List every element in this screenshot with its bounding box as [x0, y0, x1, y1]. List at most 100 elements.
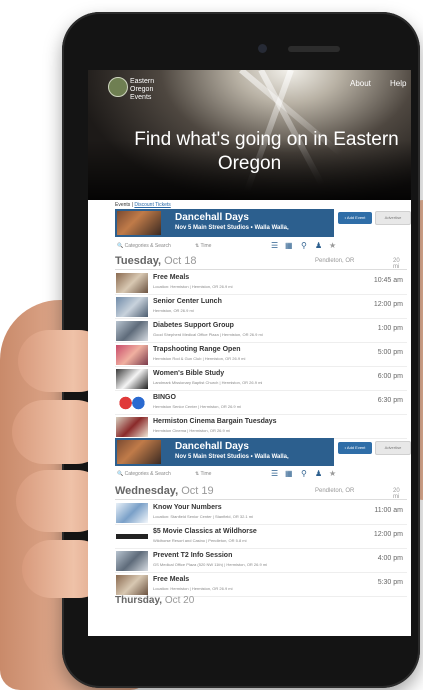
list-view-icon[interactable]: ☰	[271, 469, 278, 478]
calendar-view-icon[interactable]: ▦	[285, 469, 293, 478]
event-row[interactable]: Free Meals Location: Hermiston | Hermist…	[115, 574, 407, 597]
add-event-button[interactable]: • Add Event	[338, 212, 372, 224]
categories-search-link[interactable]: 🔍 Categories & Search	[117, 471, 171, 477]
banner-title: Dancehall Days	[175, 441, 249, 452]
event-title[interactable]: Free Meals	[153, 576, 189, 583]
location-select[interactable]: Pendleton, OR	[315, 488, 354, 494]
event-location: Location: Stanfield Senior Center | Stan…	[153, 514, 253, 519]
event-location: Hermiston Rod & Gun Club | Hermiston, OR…	[153, 356, 246, 361]
event-row[interactable]: Know Your Numbers Location: Stanfield Se…	[115, 502, 407, 525]
event-location: Hermiston Cinema | Hermiston, OR 26.9 mi	[153, 428, 231, 433]
day-header: Tuesday, Oct 18 Pendleton, OR 20 mi	[115, 253, 407, 270]
nav-help-link[interactable]: Help	[390, 79, 406, 88]
filter-toolbar: 🔍 Categories & Search ⇅ Time ☰ ▦ ⚲ ♟ ★	[117, 468, 407, 480]
logo-text[interactable]: Eastern Oregon Events	[130, 78, 168, 102]
list-view-icon[interactable]: ☰	[271, 241, 278, 250]
phone-camera	[258, 44, 267, 53]
event-location: Location: Hermiston | Hermiston, OR 26.9…	[153, 284, 233, 289]
event-time: 11:00 am	[374, 507, 403, 514]
map-pin-icon[interactable]: ⚲	[301, 241, 307, 250]
nav-about-link[interactable]: About	[350, 79, 371, 88]
time-sort-link[interactable]: ⇅ Time	[195, 243, 211, 249]
event-title[interactable]: Women's Bible Study	[153, 370, 224, 377]
person-icon[interactable]: ♟	[315, 469, 322, 478]
tab-events[interactable]: Events |	[115, 202, 133, 208]
add-event-button[interactable]: • Add Event	[338, 442, 372, 454]
event-time: 6:00 pm	[377, 373, 403, 380]
event-time: 12:00 pm	[373, 301, 403, 308]
event-title[interactable]: Trapshooting Range Open	[153, 346, 241, 353]
event-thumbnail	[116, 321, 148, 341]
event-title[interactable]: BINGO	[153, 394, 176, 401]
event-time: 6:30 pm	[377, 397, 403, 404]
hero-title-line1: Find what's going on in Eastern	[134, 129, 399, 150]
hero-banner: Eastern Oregon Events About Help Find wh…	[88, 70, 411, 200]
event-title[interactable]: Diabetes Support Group	[153, 322, 234, 329]
day-label: Tuesday, Oct 18	[115, 255, 197, 267]
event-time: 1:00 pm	[377, 325, 403, 332]
event-location: Hermiston Senior Center | Hermiston, OR …	[153, 404, 241, 409]
day-date: Oct 19	[181, 485, 214, 497]
star-icon[interactable]: ★	[329, 469, 336, 478]
filter-toolbar: 🔍 Categories & Search ⇅ Time ☰ ▦ ⚲ ♟ ★	[117, 240, 407, 252]
event-row[interactable]: Senior Center Lunch Hermiston, OR 26.9 m…	[115, 296, 407, 319]
event-thumbnail	[116, 575, 148, 595]
phone-speaker	[288, 46, 340, 52]
phone-screen: Eastern Oregon Events About Help Find wh…	[88, 70, 411, 636]
day-header: Wednesday, Oct 19 Pendleton, OR 20 mi	[115, 483, 407, 500]
time-sort-link[interactable]: ⇅ Time	[195, 471, 211, 477]
event-time: 4:00 pm	[377, 555, 403, 562]
bingo-thumbnail	[116, 393, 148, 413]
map-pin-icon[interactable]: ⚲	[301, 469, 307, 478]
event-title[interactable]: $5 Movie Classics at Wildhorse	[153, 528, 257, 535]
event-row[interactable]: Free Meals Location: Hermiston | Hermist…	[115, 272, 407, 295]
event-title[interactable]: Free Meals	[153, 274, 189, 281]
event-title[interactable]: Hermiston Cinema Bargain Tuesdays	[153, 418, 277, 425]
event-thumbnail	[116, 297, 148, 317]
banner-subtitle: Nov 5 Main Street Studios • Walla Walla,	[175, 225, 289, 231]
day-header-thursday: Thursday, Oct 20	[115, 595, 194, 606]
wildhorse-logo-thumbnail	[116, 527, 148, 547]
categories-search-link[interactable]: 🔍 Categories & Search	[117, 243, 171, 249]
event-row[interactable]: Diabetes Support Group Good Shepherd Med…	[115, 320, 407, 343]
event-title[interactable]: Prevent T2 Info Session	[153, 552, 232, 559]
event-time: 10:45 am	[373, 277, 403, 284]
event-row[interactable]: Trapshooting Range Open Hermiston Rod & …	[115, 344, 407, 367]
day-name: Thursday,	[115, 595, 163, 606]
event-row[interactable]: $5 Movie Classics at Wildhorse Wildhorse…	[115, 526, 407, 549]
person-icon[interactable]: ♟	[315, 241, 322, 250]
event-row[interactable]: Prevent T2 Info Session GS Medical Offic…	[115, 550, 407, 573]
event-thumbnail	[116, 369, 148, 389]
calendar-view-icon[interactable]: ▦	[285, 241, 293, 250]
tab-bar: Events | Discount Tickets	[115, 202, 171, 208]
event-title[interactable]: Senior Center Lunch	[153, 298, 222, 305]
event-row[interactable]: Women's Bible Study Landmark Missionary …	[115, 368, 407, 391]
event-location: Hermiston, OR 26.9 mi	[153, 308, 194, 313]
advertise-button[interactable]: Advertise	[375, 441, 411, 455]
banner-title: Dancehall Days	[175, 212, 249, 223]
featured-event-banner[interactable]: Dancehall Days Nov 5 Main Street Studios…	[115, 209, 334, 237]
event-thumbnail	[116, 417, 148, 437]
distance-select[interactable]: 20 mi	[393, 258, 407, 270]
event-title[interactable]: Know Your Numbers	[153, 504, 222, 511]
advertise-button[interactable]: Advertise	[375, 211, 411, 225]
event-time: 12:00 pm	[373, 531, 403, 538]
logo-icon[interactable]	[108, 77, 128, 97]
location-select[interactable]: Pendleton, OR	[315, 258, 354, 264]
banner-thumbnail	[117, 211, 161, 235]
banner-thumbnail	[117, 440, 161, 464]
event-location: Landmark Missionary Baptist Church | Her…	[153, 380, 263, 385]
event-row[interactable]: Hermiston Cinema Bargain Tuesdays Hermis…	[115, 416, 407, 439]
hero-title: Find what's going on in Eastern Oregon	[88, 128, 411, 176]
distance-select[interactable]: 20 mi	[393, 488, 407, 500]
featured-event-banner[interactable]: Dancehall Days Nov 5 Main Street Studios…	[115, 438, 334, 466]
day-date: Oct 18	[164, 255, 197, 267]
event-location: GS Medical Office Plaza (520 NW 11th) | …	[153, 562, 268, 567]
event-location: Location: Hermiston | Hermiston, OR 26.9…	[153, 586, 233, 591]
event-thumbnail	[116, 345, 148, 365]
event-location: Wildhorse Resort and Casino | Pendleton,…	[153, 538, 247, 543]
tab-discount-tickets[interactable]: Discount Tickets	[134, 202, 170, 208]
event-row[interactable]: BINGO Hermiston Senior Center | Hermisto…	[115, 392, 407, 415]
star-icon[interactable]: ★	[329, 241, 336, 250]
event-thumbnail	[116, 503, 148, 523]
